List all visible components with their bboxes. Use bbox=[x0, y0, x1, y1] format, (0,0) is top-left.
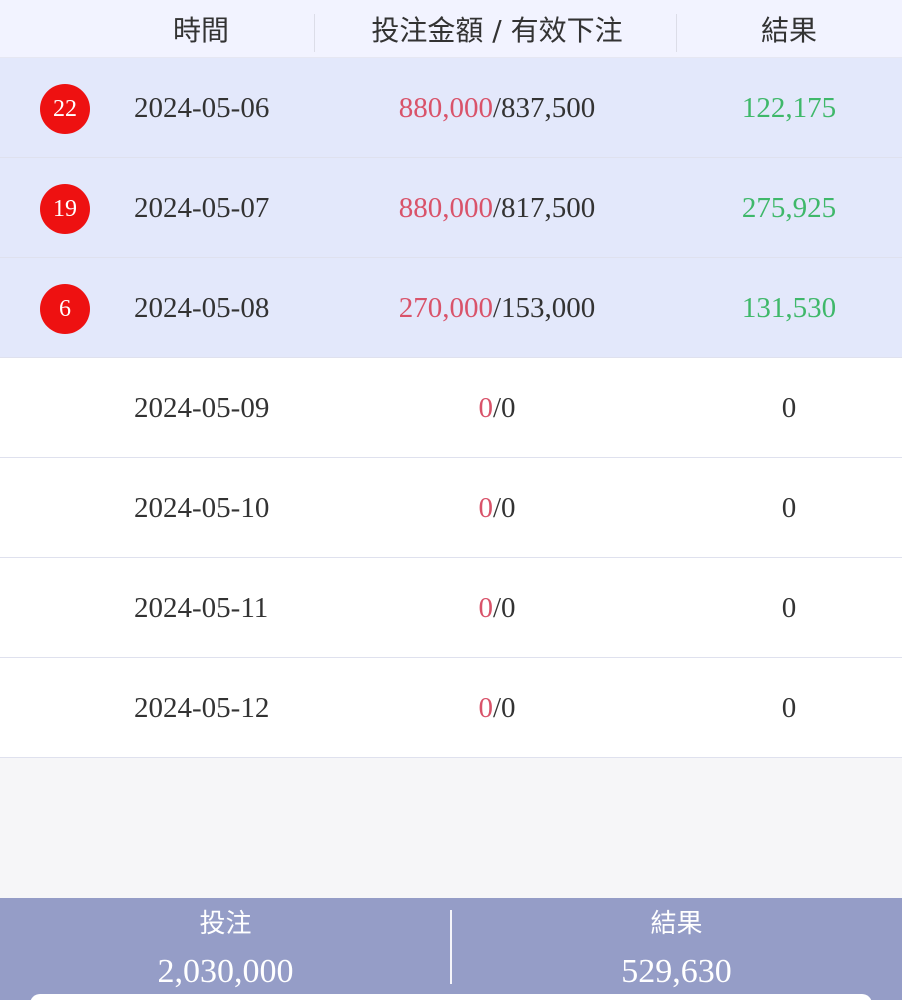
bet-amount: 270,000 bbox=[398, 292, 493, 324]
row-result: 0 bbox=[781, 592, 797, 624]
row-date: 2024-05-06 bbox=[134, 92, 270, 124]
header-bet-amount: 投注金額 / 有效下注 bbox=[371, 14, 623, 47]
table-row[interactable]: 22 2024-05-06 880,000/837,500 122,175 bbox=[0, 58, 902, 158]
row-date: 2024-05-10 bbox=[134, 492, 270, 524]
row-date: 2024-05-12 bbox=[134, 692, 270, 724]
row-date: 2024-05-11 bbox=[134, 592, 269, 624]
row-result: 131,530 bbox=[741, 292, 837, 324]
summary-result: 結果 529,630 bbox=[451, 898, 902, 992]
row-bet: 880,000/837,500 bbox=[330, 58, 664, 158]
row-bet: 0/0 bbox=[330, 358, 664, 458]
valid-bet: /153,000 bbox=[492, 292, 596, 324]
header-time: 時間 bbox=[172, 14, 229, 47]
valid-bet: /0 bbox=[492, 492, 516, 524]
row-bet: 0/0 bbox=[330, 658, 664, 758]
bet-amount: 880,000 bbox=[398, 192, 493, 224]
table-row[interactable]: 6 2024-05-08 270,000/153,000 131,530 bbox=[0, 258, 902, 358]
bet-amount: 0 bbox=[478, 392, 493, 424]
table-row[interactable]: 2024-05-10 0/0 0 bbox=[0, 458, 902, 558]
header-result: 結果 bbox=[760, 14, 817, 47]
summary-bet: 投注 2,030,000 bbox=[0, 898, 451, 992]
bet-amount: 0 bbox=[478, 692, 493, 724]
daily-report-page: 時間 投注金額 / 有效下注 結果 22 2024-05-06 880,000/… bbox=[0, 0, 902, 1000]
table-header: 時間 投注金額 / 有效下注 結果 bbox=[0, 0, 902, 58]
count-badge: 22 bbox=[40, 84, 90, 134]
summary-result-value: 529,630 bbox=[621, 953, 732, 990]
header-divider bbox=[676, 14, 677, 52]
row-result: 0 bbox=[781, 692, 797, 724]
count-badge: 19 bbox=[40, 184, 90, 234]
summary-result-label: 結果 bbox=[650, 909, 703, 939]
table-row[interactable]: 19 2024-05-07 880,000/817,500 275,925 bbox=[0, 158, 902, 258]
row-date: 2024-05-09 bbox=[134, 392, 270, 424]
valid-bet: /817,500 bbox=[492, 192, 596, 224]
valid-bet: /0 bbox=[492, 392, 516, 424]
summary-bet-label: 投注 bbox=[199, 909, 252, 939]
summary-bet-value: 2,030,000 bbox=[157, 953, 294, 990]
valid-bet: /837,500 bbox=[492, 92, 596, 124]
row-date: 2024-05-07 bbox=[134, 192, 270, 224]
report-table-body: 22 2024-05-06 880,000/837,500 122,175 19… bbox=[0, 58, 902, 758]
row-bet: 880,000/817,500 bbox=[330, 158, 664, 258]
row-result: 122,175 bbox=[741, 92, 837, 124]
bet-amount: 0 bbox=[478, 492, 493, 524]
row-bet: 0/0 bbox=[330, 458, 664, 558]
bet-amount: 0 bbox=[478, 592, 493, 624]
bet-amount: 880,000 bbox=[398, 92, 493, 124]
row-result: 0 bbox=[781, 492, 797, 524]
count-badge: 6 bbox=[40, 284, 90, 334]
row-bet: 270,000/153,000 bbox=[330, 258, 664, 358]
row-bet: 0/0 bbox=[330, 558, 664, 658]
row-date: 2024-05-08 bbox=[134, 292, 270, 324]
header-divider bbox=[314, 14, 315, 52]
table-row[interactable]: 2024-05-12 0/0 0 bbox=[0, 658, 902, 758]
row-result: 0 bbox=[781, 392, 797, 424]
bottom-sheet-edge bbox=[30, 994, 872, 1000]
valid-bet: /0 bbox=[492, 592, 516, 624]
table-row[interactable]: 2024-05-09 0/0 0 bbox=[0, 358, 902, 458]
valid-bet: /0 bbox=[492, 692, 516, 724]
row-result: 275,925 bbox=[741, 192, 837, 224]
table-row[interactable]: 2024-05-11 0/0 0 bbox=[0, 558, 902, 658]
summary-bar: 投注 2,030,000 結果 529,630 bbox=[0, 898, 902, 1000]
